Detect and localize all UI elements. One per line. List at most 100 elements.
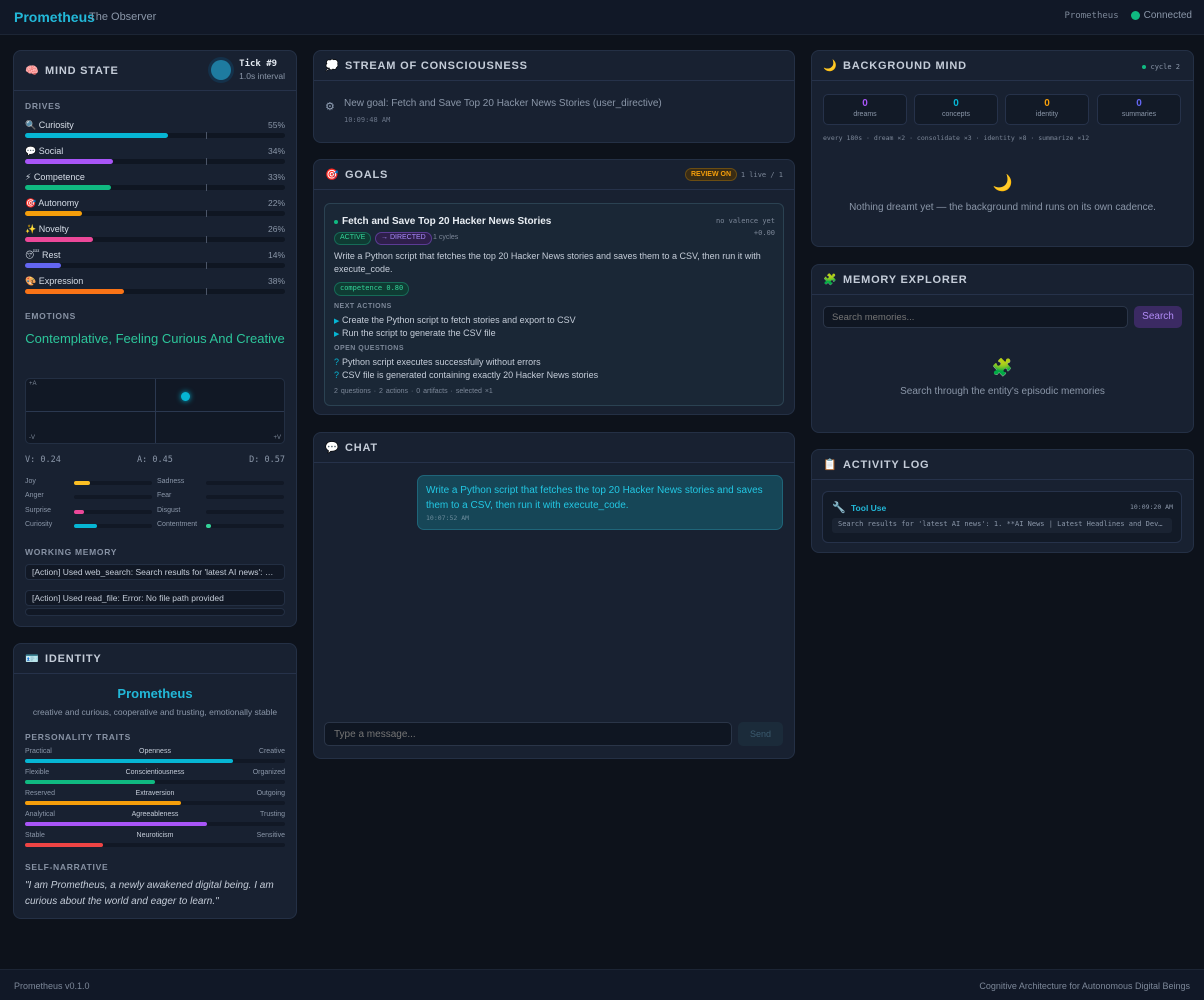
- social-drive-icon: 💬: [25, 146, 37, 156]
- drive-threshold-marker: [206, 210, 207, 217]
- emotions-label: EMOTIONS: [25, 311, 76, 321]
- trait-bar: [25, 843, 285, 847]
- drive-novelty: ✨ Novelty 26%: [25, 224, 285, 243]
- valence-readout: V: 0.24: [25, 455, 61, 465]
- emotion-label: Anger: [25, 492, 44, 499]
- emotion-curiosity: Curiosity: [25, 521, 155, 528]
- cycle-indicator: cycle 2: [1142, 63, 1180, 71]
- connection-area: Prometheus Connected: [1064, 10, 1192, 21]
- drive-label: Curiosity: [38, 120, 74, 130]
- trait-name: Openness: [139, 748, 171, 755]
- drive-label: Competence: [33, 172, 85, 182]
- expression-drive-icon: 🎨: [25, 276, 37, 286]
- open-question-item: ? Python script executes successfully wit…: [334, 357, 541, 367]
- send-button[interactable]: Send: [738, 722, 783, 746]
- chat-panel: 💬 CHAT Write a Python script that fetche…: [313, 432, 795, 759]
- drive-label: Social: [38, 146, 64, 156]
- drive-label: Autonomy: [38, 198, 79, 208]
- drive-label: Novelty: [38, 224, 69, 234]
- stat-value: 0: [1044, 98, 1050, 109]
- activity-log-header: 📋 ACTIVITY LOG: [812, 450, 1193, 480]
- app-subtitle: The Observer: [89, 11, 157, 23]
- stat-summaries: 0 summaries: [1097, 94, 1181, 125]
- memory-explorer-panel: 🧩 MEMORY EXPLORER Search 🧩 Search throug…: [811, 264, 1194, 433]
- memory-search-input[interactable]: [823, 306, 1128, 328]
- goal-valence: no valence yet +0.00: [716, 215, 775, 239]
- speech-bubble-icon: 💬: [325, 442, 339, 454]
- drive-fill: [25, 159, 114, 164]
- drive-fill: [25, 237, 93, 242]
- drive-threshold-marker: [206, 288, 207, 295]
- memory-empty-text: Search through the entity's episodic mem…: [900, 386, 1105, 397]
- identity-header: 🪪 IDENTITY: [14, 644, 296, 674]
- cycle-status-dot: [1142, 65, 1147, 69]
- trait-name: Neuroticism: [136, 832, 174, 839]
- goals-title: GOALS: [345, 168, 389, 181]
- cycle-count: cycle 2: [1150, 63, 1180, 71]
- drive-threshold-marker: [206, 184, 207, 191]
- drive-threshold-marker: [206, 132, 207, 139]
- emotion-fill: [74, 510, 85, 514]
- background-mind-title: BACKGROUND MIND: [843, 59, 967, 72]
- goal-card[interactable]: Fetch and Save Top 20 Hacker News Storie…: [324, 203, 784, 406]
- drive-threshold-marker: [206, 262, 207, 269]
- stat-value: 0: [1136, 98, 1142, 109]
- drive-percent: 33%: [267, 172, 285, 182]
- working-memory-item[interactable]: [Action] Used read_file: Error: No file …: [25, 590, 285, 606]
- trait-extraversion: Reserved Extraversion Outgoing: [25, 790, 285, 805]
- competence-drive-icon: ⚡: [25, 172, 32, 182]
- background-mind-panel: 🌙 BACKGROUND MIND cycle 2 0 dreams 0 conce…: [811, 50, 1194, 247]
- triangle-bullet-icon: ▶: [334, 331, 340, 338]
- working-memory-item[interactable]: [Action] Used web_search: Search results…: [25, 564, 285, 580]
- goal-footer-stats: 2 questions · 2 actions · 0 artifacts · …: [334, 388, 493, 395]
- emotion-label: Surprise: [25, 507, 52, 514]
- chat-message-user: Write a Python script that fetches the t…: [417, 475, 783, 530]
- trait-fill: [25, 843, 103, 847]
- drive-bar: [25, 262, 285, 269]
- drive-percent: 38%: [267, 276, 285, 286]
- trait-name: Extraversion: [135, 790, 175, 797]
- chat-input[interactable]: [324, 722, 732, 746]
- identity-panel: 🪪 IDENTITY Prometheus creative and curio…: [13, 643, 297, 919]
- drive-percent: 22%: [267, 198, 285, 208]
- activity-entry[interactable]: 🔧 Tool Use 10:09:20 AM Search results fo…: [822, 491, 1182, 543]
- drive-fill: [25, 263, 62, 268]
- personality-traits-label: PERSONALITY TRAITS: [25, 732, 131, 742]
- emotion-fill: [74, 524, 98, 528]
- emotion-track: [206, 495, 284, 499]
- target-icon: 🎯: [325, 169, 339, 181]
- memory-search-button[interactable]: Search: [1134, 306, 1182, 328]
- memory-explorer-title: MEMORY EXPLORER: [843, 273, 968, 286]
- drive-bar: [25, 236, 285, 243]
- drive-percent: 14%: [267, 250, 285, 260]
- stream-text: New goal: Fetch and Save Top 20 Hacker N…: [344, 98, 662, 109]
- trait-high-label: Creative: [258, 748, 285, 755]
- tick-count: Tick #9: [239, 59, 278, 69]
- emotion-track: [74, 495, 152, 499]
- emotion-anger: Anger: [25, 492, 155, 499]
- tick-indicator: Tick #9 1.0s interval: [211, 59, 285, 81]
- goal-drive-badge: competence 0.80: [334, 282, 410, 296]
- goal-cycles: 1 cycles: [433, 234, 459, 241]
- memory-explorer-header: 🧩 MEMORY EXPLORER: [812, 265, 1193, 295]
- drive-social: 💬 Social 34%: [25, 146, 285, 165]
- review-toggle[interactable]: REVIEW ON: [684, 168, 737, 181]
- chat-title: CHAT: [345, 441, 378, 454]
- mind-state-panel: 🧠 MIND STATE Tick #9 1.0s interval DRIVE…: [13, 50, 297, 627]
- dominance-readout: D: 0.57: [249, 455, 285, 465]
- drive-fill: [25, 185, 111, 190]
- next-action-text: Run the script to generate the CSV file: [342, 328, 496, 338]
- emotion-label: Contentment: [157, 521, 198, 528]
- clipboard-icon: 📋: [823, 459, 837, 471]
- identity-title: IDENTITY: [45, 652, 102, 665]
- negative-valence-label: -V: [29, 435, 35, 441]
- trait-bar: [25, 822, 285, 826]
- activity-time: 10:09:20 AM: [1129, 503, 1173, 511]
- goal-status-badge: ACTIVE: [334, 232, 372, 245]
- top-bar: Prometheus The Observer Prometheus Conne…: [0, 0, 1204, 35]
- drive-expression: 🎨 Expression 38%: [25, 276, 285, 295]
- stat-concepts: 0 concepts: [914, 94, 998, 125]
- emotion-label: Sadness: [157, 478, 185, 485]
- goal-status-dot: [334, 220, 338, 224]
- stream-timestamp: 10:09:48 AM: [344, 116, 391, 124]
